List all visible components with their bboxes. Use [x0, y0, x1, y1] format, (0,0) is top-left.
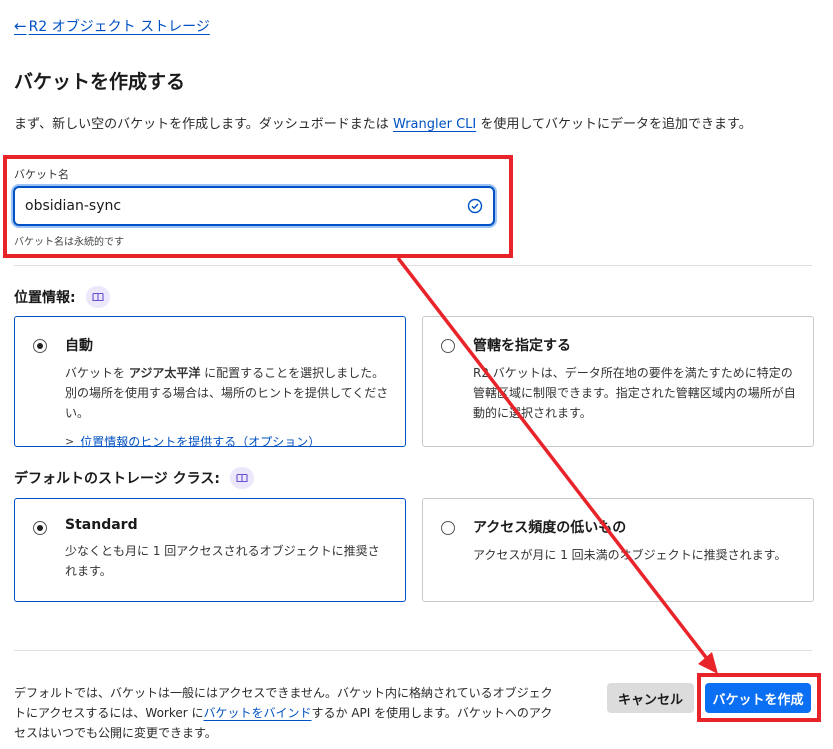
option-title: 自動 — [65, 338, 93, 354]
option-title: アクセス頻度の低いもの — [473, 520, 627, 536]
radio-jurisdiction[interactable] — [441, 339, 455, 353]
desc-region: アジア太平洋 — [128, 366, 201, 380]
wrangler-cli-link[interactable]: Wrangler CLI — [393, 117, 476, 132]
divider — [14, 650, 812, 651]
storage-option-infrequent[interactable]: アクセス頻度の低いもの アクセスが月に 1 回未満のオブジェクトに推奨されます。 — [422, 498, 814, 602]
divider — [14, 265, 812, 266]
breadcrumb-label: R2 オブジェクト ストレージ — [28, 19, 210, 35]
option-title: 管轄を指定する — [473, 338, 571, 354]
option-description: バケットを アジア太平洋 に配置することを選択しました。別の場所を使用する場合は… — [65, 363, 389, 423]
bucket-name-field[interactable] — [13, 186, 495, 226]
page-title: バケットを作成する — [14, 71, 186, 93]
book-icon[interactable] — [85, 286, 110, 308]
intro-text-after: を使用してバケットにデータを追加できます。 — [476, 117, 752, 132]
breadcrumb-back-link[interactable]: ← R2 オブジェクト ストレージ — [14, 16, 210, 36]
location-label: 位置情報: — [14, 286, 110, 308]
back-arrow-icon: ← — [14, 17, 27, 35]
cancel-button[interactable]: キャンセル — [607, 683, 694, 713]
bucket-name-input[interactable] — [25, 198, 467, 214]
bucket-name-label: バケット名 — [14, 168, 69, 181]
chevron-right-icon: > — [65, 435, 75, 448]
radio-auto[interactable] — [33, 339, 47, 353]
location-option-auto[interactable]: 自動 バケットを アジア太平洋 に配置することを選択しました。別の場所を使用する… — [14, 316, 406, 450]
location-hint-link[interactable]: > 位置情報のヒントを提供する（オプション） — [65, 433, 389, 450]
bind-bucket-link[interactable]: バケットをバインド — [204, 706, 312, 720]
bucket-name-help: バケット名は永続的です — [14, 237, 124, 248]
intro-text: まず、新しい空のバケットを作成します。ダッシュボードまたは Wrangler C… — [14, 113, 752, 132]
desc-before: バケットを — [65, 366, 129, 380]
radio-infrequent[interactable] — [441, 521, 455, 535]
option-description: アクセスが月に 1 回未満のオブジェクトに推奨されます。 — [473, 548, 787, 562]
radio-standard[interactable] — [33, 521, 47, 535]
option-description: 少なくとも月に 1 回アクセスされるオブジェクトに推奨されます。 — [65, 544, 380, 578]
intro-text-before: まず、新しい空のバケットを作成します。ダッシュボードまたは — [14, 117, 393, 132]
storage-option-standard[interactable]: Standard 少なくとも月に 1 回アクセスされるオブジェクトに推奨されます… — [14, 498, 406, 602]
create-bucket-button[interactable]: バケットを作成 — [705, 683, 811, 713]
location-hint-label: 位置情報のヒントを提供する（オプション） — [80, 435, 321, 449]
book-icon[interactable] — [229, 467, 254, 489]
storage-class-label: デフォルトのストレージ クラス: — [14, 467, 254, 489]
footer-note: デフォルトでは、バケットは一般にはアクセスできません。バケット内に格納されている… — [14, 683, 554, 743]
storage-class-label-text: デフォルトのストレージ クラス: — [14, 471, 220, 487]
location-option-jurisdiction[interactable]: 管轄を指定する R2 バケットは、データ所在地の要件を満たすために特定の管轄区域… — [422, 316, 814, 447]
option-title: Standard — [65, 517, 138, 533]
option-description: R2 バケットは、データ所在地の要件を満たすために特定の管轄区域に制限できます。… — [473, 366, 796, 420]
location-label-text: 位置情報: — [14, 290, 76, 306]
check-circle-icon — [467, 198, 483, 214]
